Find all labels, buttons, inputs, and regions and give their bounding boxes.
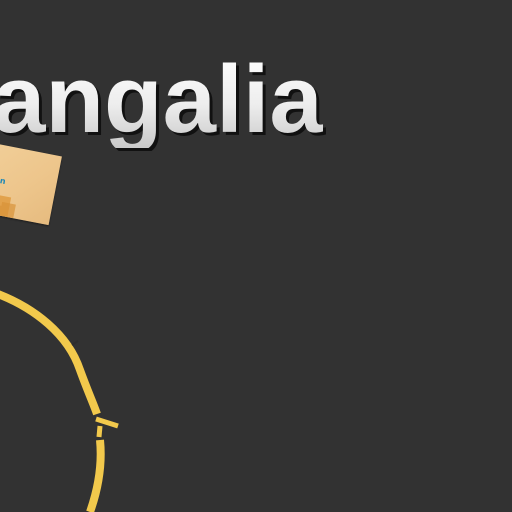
game-screen: angalia mon <box>0 0 512 512</box>
circle-track-icon <box>0 290 119 512</box>
